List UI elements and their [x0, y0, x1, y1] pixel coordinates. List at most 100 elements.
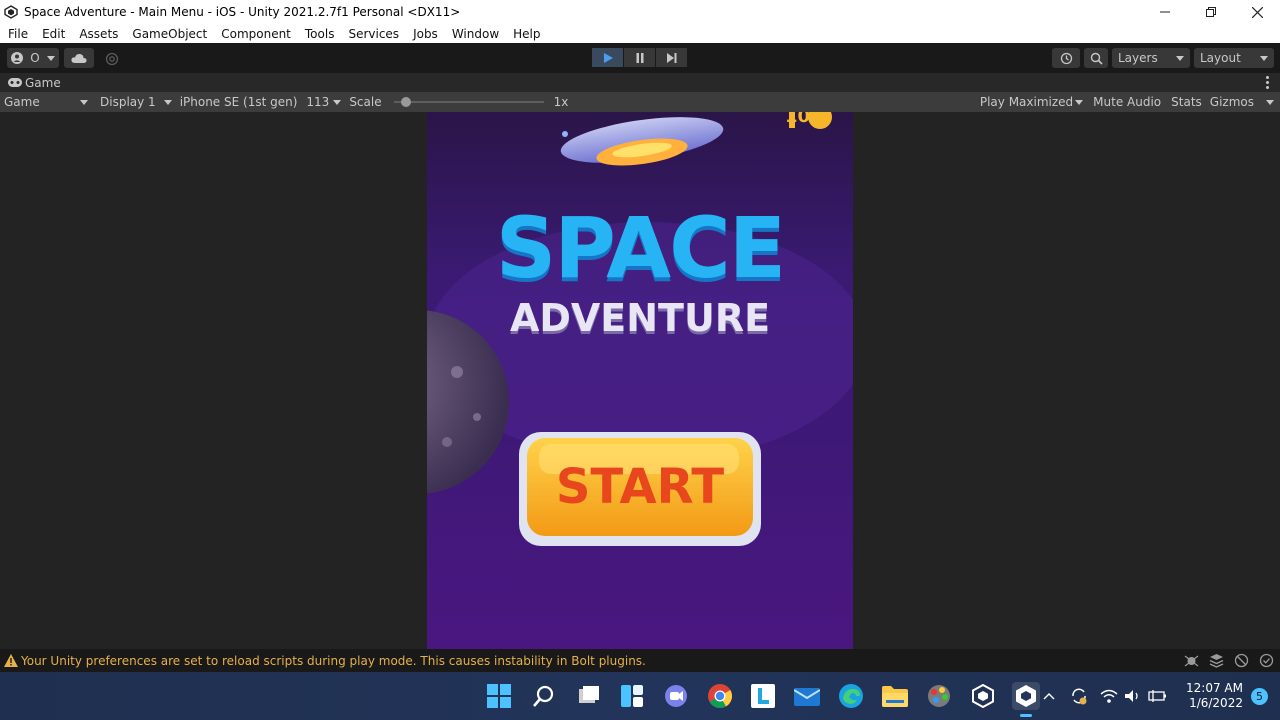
console-status-bar[interactable]: Your Unity preferences are set to reload… — [0, 649, 1280, 672]
search-icon — [1090, 52, 1103, 65]
sync-icon[interactable] — [1070, 687, 1088, 705]
toolbar-right: Layers Layout — [1052, 48, 1274, 68]
windows-logo-icon — [487, 684, 511, 708]
menu-jobs[interactable]: Jobs — [406, 27, 445, 41]
editor-tab-bar: Game — [0, 73, 1280, 92]
collab-button[interactable] — [103, 51, 121, 67]
check-circle-icon[interactable] — [1259, 653, 1274, 668]
volume-icon[interactable] — [1124, 689, 1142, 703]
menu-assets[interactable]: Assets — [72, 27, 125, 41]
cloud-icon — [71, 53, 87, 63]
stats-toggle[interactable]: Stats — [1167, 92, 1206, 112]
main-toolbar: O Layers Layout — [0, 43, 1280, 73]
view-mode-dropdown[interactable]: Game — [0, 92, 92, 112]
unity-editor-button[interactable] — [1012, 682, 1040, 710]
edge-button[interactable] — [837, 682, 865, 710]
unity-logo-icon — [1016, 685, 1036, 707]
start-button[interactable]: START — [527, 438, 753, 536]
chrome-button[interactable] — [706, 682, 734, 710]
minimize-button[interactable] — [1142, 0, 1188, 24]
mail-button[interactable] — [793, 682, 821, 710]
wifi-icon[interactable] — [1100, 689, 1118, 703]
more-vert-icon — [1266, 76, 1269, 79]
mute-audio-label: Mute Audio — [1093, 95, 1162, 109]
tab-game[interactable]: Game — [0, 76, 61, 90]
menu-services[interactable]: Services — [341, 27, 406, 41]
play-controls — [592, 48, 688, 67]
menu-help[interactable]: Help — [506, 27, 547, 41]
scale-slider-track — [393, 101, 544, 103]
game-view-toolbar: Game Display 1 iPhone SE (1st gen) 113 S… — [0, 92, 1280, 112]
play-button[interactable] — [592, 48, 623, 67]
layout-dropdown[interactable]: Layout — [1194, 48, 1274, 68]
account-dropdown[interactable]: O — [7, 48, 59, 68]
search-icon — [533, 685, 554, 707]
cloud-button[interactable] — [64, 48, 94, 68]
notification-badge[interactable]: 5 — [1250, 687, 1268, 705]
folder-icon — [882, 686, 908, 707]
chevron-down-icon — [333, 99, 342, 105]
menu-tools[interactable]: Tools — [298, 27, 342, 41]
launcher-button[interactable] — [749, 682, 777, 710]
mute-audio-toggle[interactable]: Mute Audio — [1089, 92, 1165, 112]
stats-label: Stats — [1171, 95, 1202, 109]
menu-edit[interactable]: Edit — [35, 27, 72, 41]
widgets-icon — [621, 685, 643, 707]
clock[interactable]: 12:07 AM 1/6/2022 — [1186, 681, 1243, 711]
no-network-icon[interactable] — [1234, 653, 1249, 668]
aspect-label: 113 — [306, 95, 330, 109]
scale-value-text: 1x — [553, 95, 569, 109]
close-button[interactable] — [1234, 0, 1280, 24]
taskbar-search-button[interactable] — [530, 682, 558, 710]
task-view-icon — [579, 686, 599, 703]
scale-slider[interactable] — [393, 92, 544, 112]
gizmos-toggle[interactable]: Gizmos — [1206, 92, 1258, 112]
resolution-dropdown[interactable]: iPhone SE (1st gen) 113 — [176, 92, 346, 112]
scale-value: 1x — [550, 92, 573, 112]
layers-dropdown[interactable]: Layers — [1112, 48, 1190, 68]
unity-hub-button[interactable] — [969, 682, 997, 710]
restore-button[interactable] — [1188, 0, 1234, 24]
layers-stack-icon[interactable] — [1209, 653, 1224, 668]
menu-component[interactable]: Component — [214, 27, 298, 41]
gizmos-dropdown[interactable] — [1258, 92, 1280, 112]
pause-button[interactable] — [624, 48, 655, 67]
scale-text: Scale — [349, 95, 382, 109]
chevron-up-icon[interactable] — [1042, 691, 1056, 701]
teams-chat-button[interactable] — [662, 682, 690, 710]
collab-icon — [105, 52, 119, 66]
scale-slider-thumb[interactable] — [401, 97, 412, 107]
plastic-scm-button[interactable] — [925, 682, 953, 710]
search-button[interactable] — [1084, 48, 1108, 68]
display-dropdown[interactable]: Display 1 — [96, 92, 176, 112]
widgets-button[interactable] — [618, 682, 646, 710]
chat-icon — [665, 685, 687, 707]
menu-window[interactable]: Window — [445, 27, 506, 41]
task-view-button[interactable] — [575, 682, 603, 710]
start-menu-button[interactable] — [485, 682, 513, 710]
account-icon — [10, 52, 23, 64]
active-app-indicator — [1020, 714, 1032, 717]
clock-date: 1/6/2022 — [1189, 696, 1243, 710]
unity-hub-icon — [972, 684, 994, 708]
game-title: SPACE ADVENTURE — [427, 200, 853, 340]
view-mode-label: Game — [4, 95, 40, 109]
file-explorer-button[interactable] — [881, 682, 909, 710]
windows-taskbar: 12:07 AM 1/6/2022 5 — [0, 672, 1280, 720]
tab-game-label: Game — [25, 75, 61, 90]
history-button[interactable] — [1052, 48, 1080, 68]
menu-gameobject[interactable]: GameObject — [125, 27, 214, 41]
tab-options-button[interactable] — [1266, 76, 1270, 89]
game-screen[interactable]: SPACE ADVENTURE START 10 — [427, 112, 853, 649]
game-scene — [427, 112, 853, 546]
layers-label: Layers — [1118, 51, 1158, 65]
play-maximized-dropdown[interactable]: Play Maximized — [976, 92, 1087, 112]
battery-icon[interactable] — [1148, 689, 1168, 703]
debug-icon[interactable] — [1184, 653, 1199, 668]
account-label: O — [30, 51, 40, 65]
step-button[interactable] — [656, 48, 687, 67]
chrome-icon — [708, 684, 732, 708]
menu-file[interactable]: File — [0, 27, 35, 41]
unity-logo-icon — [4, 5, 18, 19]
history-icon — [1060, 52, 1072, 64]
